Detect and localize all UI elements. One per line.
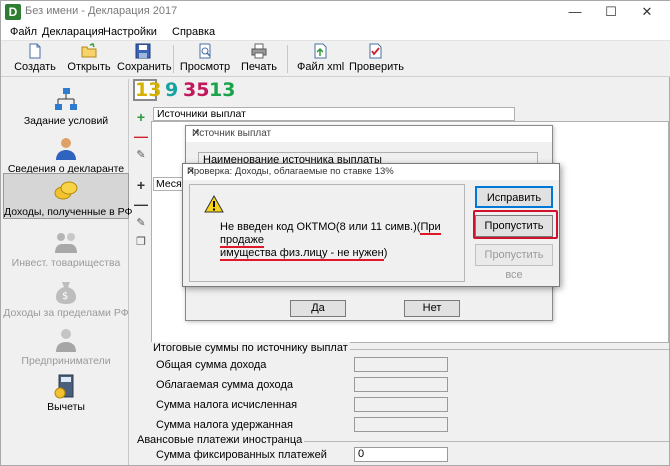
sidebar-item-conditions[interactable]: Задание условий <box>3 83 129 133</box>
sidebar-item-investment[interactable]: Инвест. товарищества <box>3 225 129 275</box>
tax-withheld-label: Сумма налога удержанная <box>156 419 293 431</box>
preview-icon <box>199 43 211 59</box>
maximize-icon[interactable]: ☐ <box>595 1 627 23</box>
money-bag-icon: $ <box>56 282 76 304</box>
yes-button[interactable]: Да <box>290 300 346 317</box>
copy-month-icon[interactable]: ❐ <box>134 234 148 250</box>
create-button[interactable]: Создать <box>13 43 57 75</box>
sidebar: Задание условий Сведения о декларанте До… <box>3 79 132 465</box>
person-icon <box>56 138 76 160</box>
tax-calculated-label: Сумма налога исчисленная <box>156 399 298 411</box>
tax-calculated-field[interactable] <box>354 397 448 412</box>
export-xml-icon <box>314 43 327 59</box>
alert-message-box: Не введен код ОКТМО(8 или 11 симв.)(При … <box>189 184 465 282</box>
sidebar-item-deductions[interactable]: Вычеты <box>3 369 129 419</box>
advance-title: Авансовые платежи иностранца <box>135 434 305 446</box>
app-icon: D <box>5 4 21 20</box>
source-dialog-close-icon[interactable]: ✕ <box>192 128 546 139</box>
coins-icon <box>54 181 78 200</box>
alert-titlebar: Проверка: Доходы, облагаемые по ставке 1… <box>183 164 559 180</box>
add-source-icon[interactable]: + <box>134 109 148 125</box>
toolbar-separator <box>287 45 288 73</box>
toolbar: Создать Открыть Сохранить Просмотр Печат… <box>1 41 670 77</box>
total-income-field[interactable] <box>354 357 448 372</box>
calculator-icon <box>54 374 74 399</box>
open-folder-icon <box>81 43 97 58</box>
sidebar-item-entrepreneurs[interactable]: Предприниматели <box>3 323 129 373</box>
remove-month-icon[interactable]: — <box>134 196 148 212</box>
open-button[interactable]: Открыть <box>67 43 111 75</box>
months-tools: + — ✎ ❐ <box>134 177 148 253</box>
fixed-payments-field[interactable]: 0 <box>354 447 448 462</box>
save-button[interactable]: Сохранить <box>117 43 172 75</box>
check-document-icon <box>369 43 382 59</box>
handshake-icon <box>55 233 77 253</box>
menu-help[interactable]: Справка <box>172 26 215 38</box>
alert-close-icon[interactable]: ✕ <box>187 166 553 177</box>
preview-button[interactable]: Просмотр <box>179 43 231 75</box>
fixed-payments-label: Сумма фиксированных платежей <box>156 449 327 461</box>
business-person-icon <box>56 329 76 352</box>
warning-icon <box>204 195 224 213</box>
taxable-income-label: Облагаемая сумма дохода <box>156 379 293 391</box>
total-income-label: Общая сумма дохода <box>156 359 267 371</box>
sidebar-item-foreign-income[interactable]: $ Доходы за пределами РФ <box>3 275 129 325</box>
rate-tab-13-nonresident[interactable]: 13 <box>209 79 235 101</box>
floppy-disk-icon <box>135 43 151 59</box>
tax-withheld-field[interactable] <box>354 417 448 432</box>
hierarchy-icon <box>55 88 77 110</box>
menu-declaration[interactable]: Декларация <box>42 26 104 38</box>
add-month-icon[interactable]: + <box>134 177 148 193</box>
svg-text:$: $ <box>62 291 68 302</box>
close-icon[interactable]: ✕ <box>631 1 663 23</box>
sources-header: Источники выплат <box>153 107 515 121</box>
menu-file[interactable]: Файл <box>10 26 37 38</box>
source-dialog-titlebar: Источник выплат ✕ <box>186 126 552 142</box>
no-button[interactable]: Нет <box>404 300 460 317</box>
print-button[interactable]: Печать <box>239 43 279 75</box>
toolbar-separator <box>173 45 174 73</box>
sidebar-item-income-rf[interactable]: Доходы, полученные в РФ <box>3 173 132 219</box>
rate-tab-9[interactable]: 9 <box>165 79 178 101</box>
alert-message: Не введен код ОКТМО(8 или 11 симв.)(При … <box>220 221 441 261</box>
new-document-icon <box>29 43 41 59</box>
xml-file-button[interactable]: Файл xml <box>297 43 344 75</box>
check-button[interactable]: Проверить <box>349 43 404 75</box>
menu-bar: Файл Декларация Настройки Справка <box>1 23 670 41</box>
rate-tab-35[interactable]: 35 <box>183 79 209 101</box>
minimize-icon[interactable]: — <box>559 1 591 23</box>
printer-icon <box>251 43 267 59</box>
skip-all-button[interactable]: Пропустить все <box>475 244 553 281</box>
fix-button[interactable]: Исправить <box>475 186 553 208</box>
main-window: D Без имени - Декларация 2017 — ☐ ✕ Файл… <box>0 0 670 466</box>
taxable-income-field[interactable] <box>354 377 448 392</box>
title-bar: D Без имени - Декларация 2017 — ☐ ✕ <box>1 1 670 23</box>
edit-source-icon[interactable]: ✎ <box>134 147 148 163</box>
edit-month-icon[interactable]: ✎ <box>134 215 148 231</box>
window-title: Без имени - Декларация 2017 <box>25 5 178 17</box>
totals-title: Итоговые суммы по источнику выплат <box>151 342 350 354</box>
remove-source-icon[interactable]: — <box>134 128 148 144</box>
rate-tab-13[interactable]: 13 <box>133 79 161 101</box>
sources-tools: + — ✎ <box>134 109 148 166</box>
skip-button-highlight <box>473 210 558 239</box>
months-header: Месяц <box>153 177 188 191</box>
menu-settings[interactable]: Настройки <box>103 26 157 38</box>
alert-message-highlight-2: имущества физ.лицу - не нужен <box>220 247 384 261</box>
